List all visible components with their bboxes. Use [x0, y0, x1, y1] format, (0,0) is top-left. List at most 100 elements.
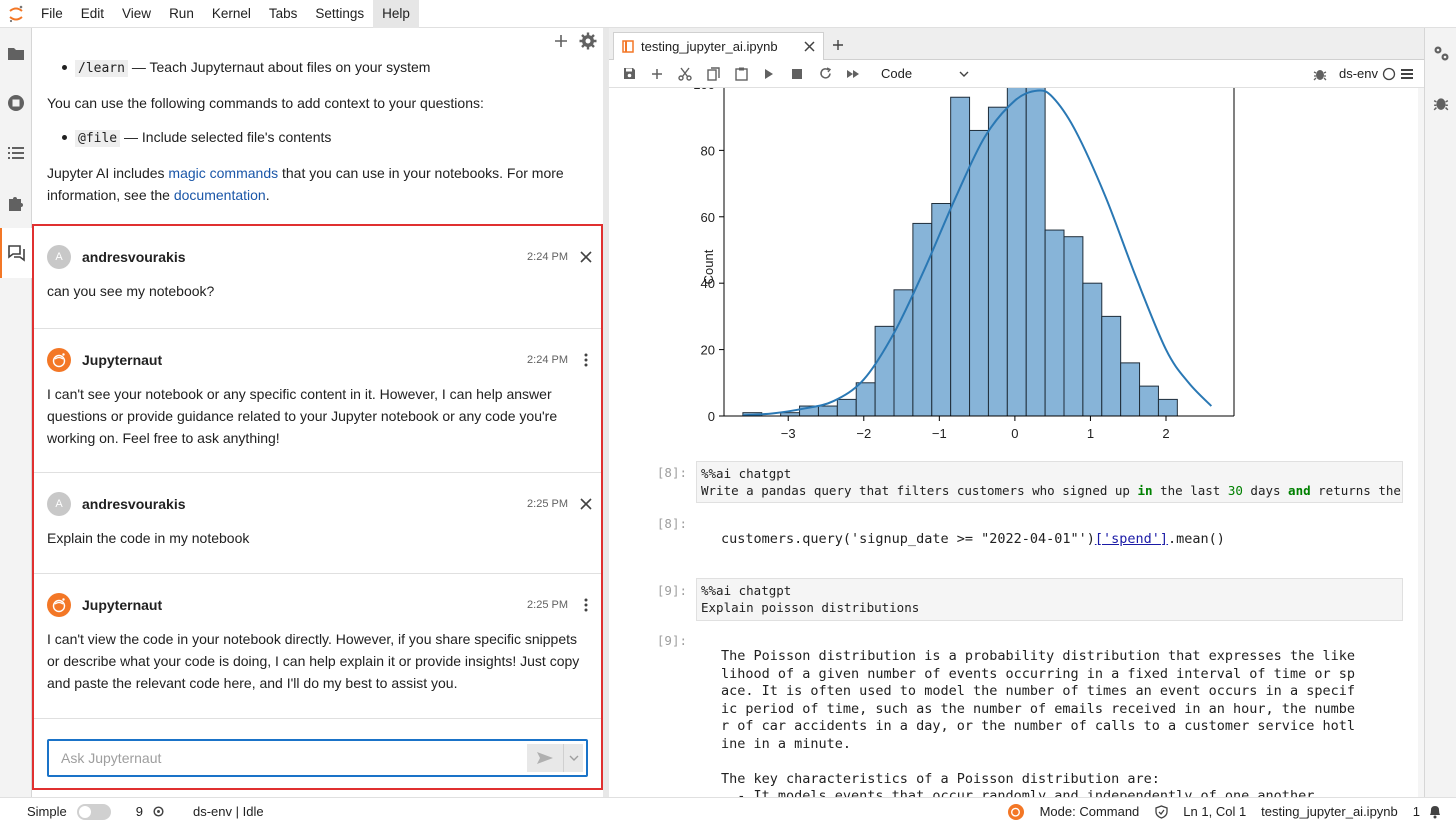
kernel-status-circle-icon — [1382, 67, 1396, 80]
histogram-bar — [1101, 315, 1122, 417]
y-tick-label: 100 — [693, 88, 715, 92]
sender-name: Jupyternaut — [82, 352, 163, 368]
property-inspector-tab[interactable] — [1425, 28, 1456, 78]
cell-output: The Poisson distribution is a probabilit… — [721, 648, 1355, 797]
copy-icon — [706, 66, 720, 81]
histogram-bar — [912, 222, 933, 417]
cell-prompt: [9]: — [656, 583, 687, 598]
gear-icon[interactable] — [579, 32, 597, 50]
new-tab-button[interactable] — [827, 34, 849, 56]
copy-button[interactable] — [699, 62, 727, 86]
magic-commands-link[interactable]: magic commands — [168, 165, 278, 181]
notebook-mode: Mode: Command — [1039, 804, 1140, 819]
send-icon — [537, 752, 553, 764]
file-browser-tab[interactable] — [0, 28, 32, 78]
insert-cell-button[interactable] — [643, 62, 671, 86]
cut-button[interactable] — [671, 62, 699, 86]
kernel-name[interactable]: ds-env — [1339, 66, 1378, 81]
simple-mode-toggle[interactable] — [76, 803, 111, 820]
histogram-bar — [950, 96, 971, 417]
documentation-link[interactable]: documentation — [174, 187, 266, 203]
terminal-count[interactable]: 9 — [136, 804, 143, 819]
notebook-content[interactable]: 020406080100−3−2−1012 Count [8]: %%ai ch… — [609, 88, 1418, 797]
interrupt-button[interactable] — [783, 62, 811, 86]
new-chat-plus-icon[interactable] — [553, 33, 569, 49]
save-button[interactable] — [615, 62, 643, 86]
jupyternaut-status-icon[interactable] — [1007, 803, 1024, 820]
learn-command-desc: — Teach Jupyternaut about files on your … — [127, 59, 431, 75]
close-icon[interactable] — [580, 498, 592, 510]
code-text: returns the — [1310, 483, 1401, 498]
more-options-icon[interactable] — [580, 598, 592, 612]
extensions-tab[interactable] — [0, 178, 32, 228]
histogram-bar — [817, 405, 838, 417]
jupyter-logo-icon — [0, 0, 32, 28]
output-line: ace. It is often used to model the numbe… — [721, 683, 1355, 699]
status-bar: Simple 9 ds-env | Idle Mode: Command Ln … — [0, 797, 1456, 825]
chat-welcome-message: /learn — Teach Jupyternaut about files o… — [47, 56, 587, 218]
menu-tabs[interactable]: Tabs — [260, 0, 307, 28]
menu-help[interactable]: Help — [373, 0, 419, 28]
chat-messages-box: A andresvourakis 2:24 PM can you see my … — [32, 224, 603, 790]
chat-toolbar — [553, 32, 597, 50]
toolbar-right: ds-env — [1313, 66, 1424, 81]
menu-kernel[interactable]: Kernel — [203, 0, 260, 28]
paste-button[interactable] — [727, 62, 755, 86]
code-line: Explain poisson distributions — [701, 600, 920, 615]
running-kernels-tab[interactable] — [0, 78, 32, 128]
send-options-button[interactable] — [563, 744, 583, 772]
chat-input[interactable] — [49, 742, 527, 774]
fast-forward-icon — [847, 69, 859, 78]
close-icon[interactable] — [804, 41, 815, 52]
output-line: The Poisson distribution is a probabilit… — [721, 648, 1355, 664]
scissors-icon — [678, 67, 692, 81]
run-button[interactable] — [755, 62, 783, 86]
debugger-tab[interactable] — [1425, 78, 1456, 128]
restart-button[interactable] — [811, 62, 839, 86]
menu-settings[interactable]: Settings — [306, 0, 373, 28]
gear-icon[interactable] — [152, 805, 165, 818]
list-icon — [8, 147, 24, 159]
table-of-contents-tab[interactable] — [0, 128, 32, 178]
file-command: @file — [75, 130, 121, 147]
menu-file[interactable]: File — [32, 0, 72, 28]
bell-icon[interactable] — [1428, 804, 1442, 819]
x-tick-label: 0 — [1011, 426, 1018, 441]
y-tick-label: 20 — [701, 343, 715, 358]
histogram-bar — [1157, 398, 1178, 417]
message-time: 2:25 PM — [527, 498, 568, 510]
code-cell-input[interactable]: %%ai chatgpt Explain poisson distributio… — [696, 578, 1403, 621]
code-text: days — [1242, 483, 1289, 498]
message-body: Explain the code in my notebook — [47, 530, 250, 546]
cursor-position[interactable]: Ln 1, Col 1 — [1183, 804, 1246, 819]
bug-icon[interactable] — [1313, 67, 1327, 81]
histogram-bar — [893, 289, 914, 417]
chat-tab[interactable] — [0, 228, 32, 278]
cell-type-value: Code — [881, 66, 913, 81]
code-line: %%ai chatgpt — [701, 583, 792, 598]
notification-count[interactable]: 1 — [1413, 804, 1420, 819]
y-tick-label: 0 — [708, 409, 715, 424]
run-all-button[interactable] — [839, 62, 867, 86]
menu-run[interactable]: Run — [160, 0, 203, 28]
menu-view[interactable]: View — [113, 0, 160, 28]
menu-edit[interactable]: Edit — [72, 0, 113, 28]
play-icon — [765, 68, 773, 79]
code-text: Write a pandas query that filters custom… — [701, 483, 1138, 498]
more-options-icon[interactable] — [580, 353, 592, 367]
notebook-area: testing_jupyter_ai.ipynb Code ds-env 0 2… — [609, 28, 1424, 797]
simple-mode-label: Simple — [27, 804, 67, 819]
output-link[interactable]: ['spend'] — [1095, 531, 1168, 547]
tab-notebook[interactable]: testing_jupyter_ai.ipynb — [613, 32, 824, 60]
chat-message: A andresvourakis 2:24 PM can you see my … — [34, 226, 601, 329]
output-line: ic period of time, such as the number of… — [721, 700, 1355, 717]
code-cell-input[interactable]: %%ai chatgpt Write a pandas query that f… — [696, 461, 1403, 503]
send-button[interactable] — [527, 744, 563, 772]
menu-icon[interactable] — [1400, 68, 1414, 80]
file-command-desc: — Include selected file's contents — [120, 129, 332, 145]
kernel-status[interactable]: ds-env | Idle — [193, 804, 264, 819]
stop-icon — [792, 68, 802, 79]
shield-icon[interactable] — [1155, 804, 1168, 819]
close-icon[interactable] — [580, 251, 592, 263]
cell-type-select[interactable]: Code — [881, 63, 969, 85]
